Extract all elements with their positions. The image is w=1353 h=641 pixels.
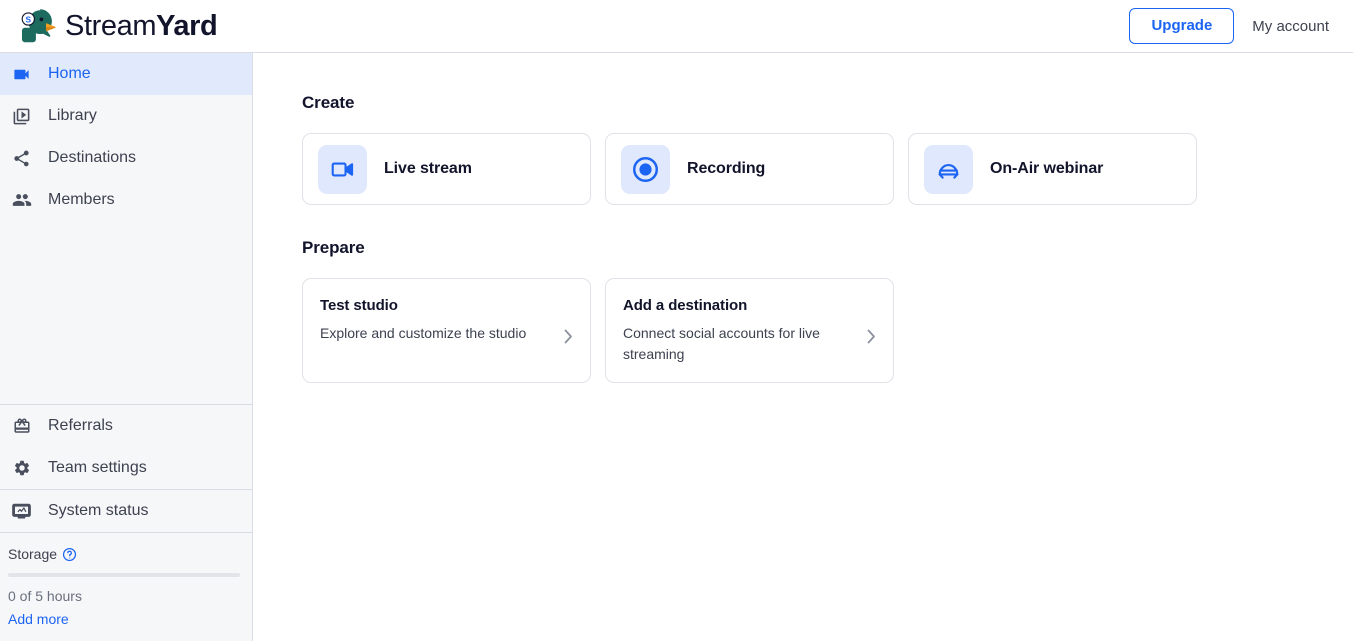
sidebar-item-label: Destinations bbox=[48, 149, 137, 166]
sidebar-item-label: Library bbox=[48, 107, 97, 124]
gear-icon bbox=[11, 458, 32, 479]
gift-icon bbox=[11, 416, 32, 437]
sidebar-status-nav: System status bbox=[0, 490, 252, 532]
create-card-recording[interactable]: Recording bbox=[605, 133, 894, 205]
create-card-label: On-Air webinar bbox=[990, 160, 1104, 177]
sidebar-item-label: Referrals bbox=[48, 417, 113, 435]
sidebar-secondary-nav: Referrals Team settings bbox=[0, 405, 252, 489]
header-actions: Upgrade My account bbox=[1129, 7, 1331, 45]
on-air-broadcast-icon bbox=[924, 144, 973, 194]
question-circle-icon[interactable] bbox=[62, 547, 77, 562]
brand-logo[interactable]: S StreamYard bbox=[14, 8, 218, 44]
sidebar-item-label: Home bbox=[48, 65, 91, 82]
brand-name: StreamYard bbox=[65, 9, 218, 42]
prepare-card-description: Explore and customize the studio bbox=[320, 325, 527, 341]
create-card-label: Live stream bbox=[384, 160, 472, 177]
streamyard-app: S StreamYard Upgrade My account Home Lib… bbox=[0, 0, 1353, 641]
sidebar-item-library[interactable]: Library bbox=[0, 95, 252, 137]
prepare-card-row: Test studio Explore and customize the st… bbox=[302, 278, 1353, 383]
sidebar-item-label: Members bbox=[48, 191, 115, 208]
create-card-on-air-webinar[interactable]: On-Air webinar bbox=[908, 133, 1197, 205]
create-card-live-stream[interactable]: Live stream bbox=[302, 133, 591, 205]
storage-progress-bar bbox=[8, 573, 240, 578]
storage-label: Storage bbox=[8, 546, 58, 563]
storage-panel: Storage 0 of 5 hours Add more bbox=[0, 533, 252, 641]
main-content: Create Live stream Recording On-Air webi… bbox=[253, 53, 1353, 641]
sidebar-item-team-settings[interactable]: Team settings bbox=[0, 447, 252, 489]
sidebar-item-members[interactable]: Members bbox=[0, 179, 252, 221]
storage-header: Storage bbox=[8, 546, 238, 562]
share-icon bbox=[11, 148, 32, 169]
prepare-card-description: Connect social accounts for live streami… bbox=[623, 325, 820, 362]
sidebar: Home Library Destinations Members Referr… bbox=[0, 53, 253, 641]
svg-text:S: S bbox=[26, 15, 32, 25]
create-section-title: Create bbox=[302, 93, 355, 112]
chevron-right-icon bbox=[867, 329, 876, 344]
record-circle-icon bbox=[621, 144, 670, 194]
prepare-card-title: Add a destination bbox=[623, 297, 748, 314]
prepare-card-test-studio[interactable]: Test studio Explore and customize the st… bbox=[302, 278, 591, 383]
video-camera-icon bbox=[318, 144, 367, 194]
people-group-icon bbox=[11, 190, 32, 211]
app-body: Home Library Destinations Members Referr… bbox=[0, 53, 1353, 641]
video-library-icon bbox=[11, 106, 32, 127]
create-card-row: Live stream Recording On-Air webinar bbox=[302, 133, 1353, 205]
chevron-right-icon bbox=[564, 329, 573, 344]
sidebar-item-destinations[interactable]: Destinations bbox=[0, 137, 252, 179]
create-card-label: Recording bbox=[687, 160, 766, 177]
brand-name-bold: Yard bbox=[156, 9, 218, 42]
prepare-card-title: Test studio bbox=[320, 297, 398, 314]
upgrade-button[interactable]: Upgrade bbox=[1129, 7, 1235, 45]
video-camera-icon bbox=[11, 64, 32, 85]
sidebar-primary-nav: Home Library Destinations Members bbox=[0, 53, 252, 221]
sidebar-item-home[interactable]: Home bbox=[0, 53, 252, 95]
monitor-chart-icon bbox=[11, 501, 32, 522]
sidebar-item-referrals[interactable]: Referrals bbox=[0, 405, 252, 447]
sidebar-item-label: System status bbox=[48, 502, 149, 520]
storage-usage-text: 0 of 5 hours bbox=[8, 588, 82, 605]
sidebar-item-system-status[interactable]: System status bbox=[0, 490, 252, 532]
app-header: S StreamYard Upgrade My account bbox=[0, 0, 1353, 53]
storage-add-more-link[interactable]: Add more bbox=[8, 611, 69, 628]
prepare-card-add-destination[interactable]: Add a destination Connect social account… bbox=[605, 278, 894, 383]
prepare-section-title: Prepare bbox=[302, 238, 365, 257]
sidebar-item-label: Team settings bbox=[48, 459, 147, 477]
duck-head-logo-icon: S bbox=[21, 9, 56, 43]
brand-name-light: Stream bbox=[65, 9, 157, 42]
my-account-link[interactable]: My account bbox=[1250, 12, 1331, 41]
